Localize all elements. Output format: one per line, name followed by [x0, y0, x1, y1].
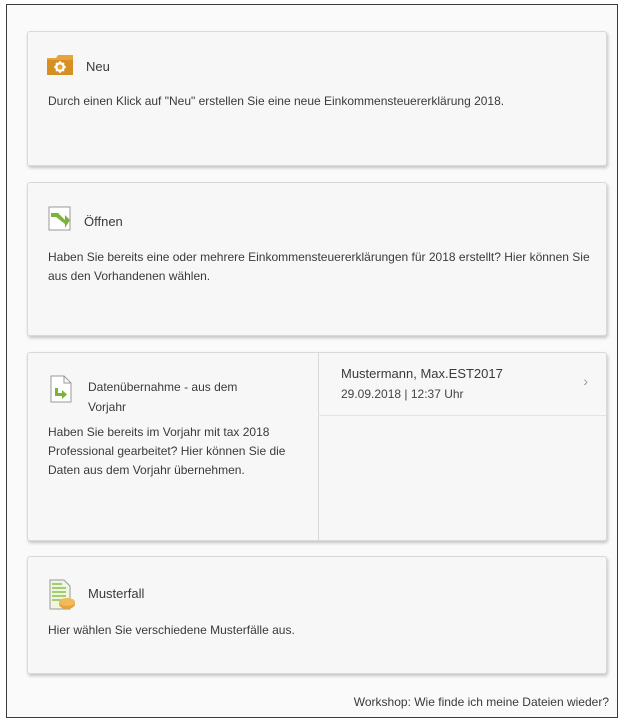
start-panel: Neu Durch einen Klick auf "Neu" erstelle… [6, 4, 618, 718]
chevron-right-icon: › [583, 373, 588, 389]
open-description: Haben Sie bereits eine oder mehrere Eink… [48, 250, 590, 283]
import-action[interactable]: Datenübernahme - aus dem Vorjahr Haben S… [28, 353, 318, 540]
sample-card[interactable]: Musterfall Hier wählen Sie verschiedene … [27, 556, 607, 674]
open-arrow-icon [48, 206, 74, 237]
new-title: Neu [86, 59, 110, 74]
open-title: Öffnen [84, 214, 123, 229]
document-import-icon [50, 375, 72, 408]
import-description: Haben Sie bereits im Vorjahr mit tax 201… [48, 425, 286, 477]
workshop-link[interactable]: Workshop: Wie finde ich meine Dateien wi… [354, 695, 609, 709]
file-list-item[interactable]: Mustermann, Max.EST2017 29.09.2018 | 12:… [319, 353, 606, 413]
open-card[interactable]: Öffnen Haben Sie bereits eine oder mehre… [27, 182, 607, 336]
new-description: Durch einen Klick auf "Neu" erstellen Si… [48, 94, 505, 108]
import-card: Datenübernahme - aus dem Vorjahr Haben S… [27, 352, 607, 541]
sample-title: Musterfall [88, 586, 145, 601]
new-card[interactable]: Neu Durch einen Klick auf "Neu" erstelle… [27, 31, 607, 166]
sample-case-icon [48, 579, 78, 616]
file-name: Mustermann, Max.EST2017 [341, 366, 503, 381]
sample-description: Hier wählen Sie verschiedene Musterfälle… [48, 623, 295, 637]
import-title: Datenübernahme - aus dem Vorjahr [88, 380, 238, 414]
file-date: 29.09.2018 | 12:37 Uhr [341, 387, 464, 401]
file-list-separator [318, 415, 606, 416]
folder-new-icon [46, 54, 74, 81]
